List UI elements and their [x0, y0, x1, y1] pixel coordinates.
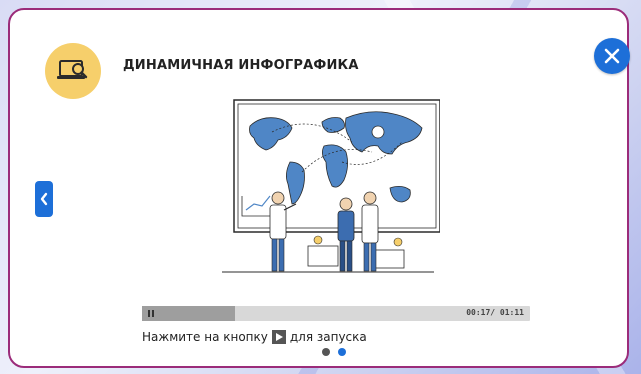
chevron-left-icon [40, 192, 48, 206]
pause-icon[interactable] [148, 310, 154, 317]
start-hint: Нажмите на кнопку для запуска [142, 330, 367, 344]
hint-text-after: для запуска [289, 330, 367, 344]
slide-pagination [322, 348, 346, 356]
play-icon [271, 330, 286, 344]
hint-text-before: Нажмите на кнопку [142, 330, 268, 344]
video-time: 00:17/ 01:11 [466, 308, 524, 317]
world-map-illustration [222, 99, 440, 273]
previous-slide-button[interactable] [35, 181, 53, 217]
close-icon [604, 48, 620, 64]
video-progress-bar[interactable]: 00:17/ 01:11 [142, 306, 530, 321]
close-button[interactable] [594, 38, 630, 74]
pagination-dot[interactable] [338, 348, 346, 356]
page-title: ДИНАМИЧНАЯ ИНФОГРАФИКА [123, 58, 359, 73]
pagination-dot[interactable] [322, 348, 330, 356]
video-progress-fill [142, 306, 236, 321]
laptop-search-icon [45, 43, 101, 99]
